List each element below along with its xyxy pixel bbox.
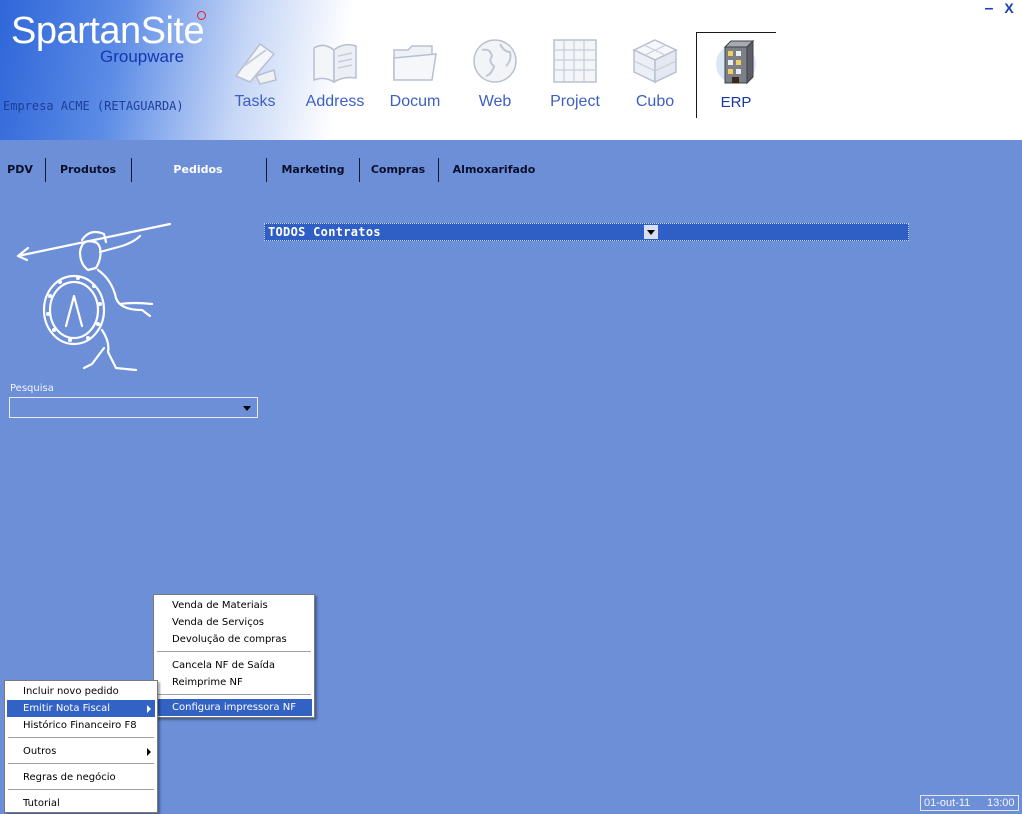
menu-item-historico-financeiro[interactable]: Histórico Financeiro F8 xyxy=(7,717,155,734)
search-label: Pesquisa xyxy=(10,383,54,394)
cube-icon xyxy=(632,39,678,84)
status-time: 13:00 xyxy=(987,797,1015,809)
menu-separator xyxy=(157,651,311,652)
menu-separator xyxy=(157,694,311,695)
status-datetime: 01-out-11 13:00 xyxy=(920,795,1019,811)
tab-separator xyxy=(359,158,360,182)
documents-icon xyxy=(393,45,437,81)
app-label: Address xyxy=(305,93,365,110)
app-address[interactable]: Address xyxy=(296,32,374,118)
building-icon xyxy=(716,39,756,85)
tab-pedidos[interactable]: Pedidos xyxy=(138,156,258,184)
app-label: Tasks xyxy=(234,93,276,110)
menu-item-devolucao-compras[interactable]: Devolução de compras xyxy=(156,631,312,648)
submenu-arrow-icon xyxy=(147,705,151,713)
registered-mark-icon xyxy=(197,11,206,20)
pedidos-context-menu: Incluir novo pedido Emitir Nota Fiscal H… xyxy=(4,680,158,813)
submenu-arrow-icon xyxy=(147,748,151,756)
app-erp[interactable]: ERP xyxy=(696,32,776,118)
app-label: Web xyxy=(478,93,512,110)
app-cubo[interactable]: Cubo xyxy=(616,32,694,118)
menu-separator xyxy=(8,763,154,764)
menu-item-venda-servicos[interactable]: Venda de Serviços xyxy=(156,614,312,631)
tab-produtos[interactable]: Produtos xyxy=(52,156,124,184)
tab-almoxarifado[interactable]: Almoxarifado xyxy=(446,156,542,184)
menu-item-emitir-nota-fiscal[interactable]: Emitir Nota Fiscal xyxy=(7,700,155,717)
tasks-icon xyxy=(234,42,277,85)
company-name: Empresa ACME (RETAGUARDA) xyxy=(3,99,184,113)
globe-icon xyxy=(473,39,517,83)
nota-fiscal-submenu: Venda de Materiais Venda de Serviços Dev… xyxy=(153,594,315,718)
menu-separator xyxy=(8,789,154,790)
spartan-warrior-logo xyxy=(16,222,172,372)
app-web[interactable]: Web xyxy=(456,32,534,118)
menu-item-cancela-nf[interactable]: Cancela NF de Saída xyxy=(156,657,312,674)
app-documents[interactable]: Docum xyxy=(376,32,454,118)
tab-separator xyxy=(131,158,132,182)
menu-item-incluir-pedido[interactable]: Incluir novo pedido xyxy=(7,683,155,700)
tab-separator xyxy=(45,158,46,182)
status-date: 01-out-11 xyxy=(924,797,971,809)
app-label: Cubo xyxy=(635,93,675,110)
brand-subtitle: Groupware xyxy=(100,47,185,66)
tab-marketing[interactable]: Marketing xyxy=(274,156,352,184)
contracts-dropdown[interactable]: TODOS Contratos xyxy=(264,223,909,241)
chevron-down-icon[interactable] xyxy=(243,406,251,411)
tab-pdv[interactable]: PDV xyxy=(4,156,36,184)
tab-separator xyxy=(266,158,267,182)
menu-item-label: Outros xyxy=(23,746,57,757)
app-project[interactable]: Project xyxy=(536,32,614,118)
menu-item-tutorial[interactable]: Tutorial xyxy=(7,795,155,812)
project-icon xyxy=(553,39,597,83)
menu-item-reimprime-nf[interactable]: Reimprime NF xyxy=(156,674,312,691)
minimize-button[interactable]: – xyxy=(982,0,996,17)
menu-separator xyxy=(8,737,154,738)
app-label: Project xyxy=(550,93,600,110)
menu-item-venda-materiais[interactable]: Venda de Materiais xyxy=(156,597,312,614)
menu-item-label: Emitir Nota Fiscal xyxy=(23,703,111,714)
chevron-down-icon[interactable] xyxy=(644,225,658,239)
address-book-icon xyxy=(313,43,357,84)
header-banner: SpartanSite Groupware Empresa ACME (RETA… xyxy=(0,0,1022,140)
module-nav: PDV Produtos Pedidos Marketing Compras A… xyxy=(0,156,1022,184)
menu-item-configura-impressora[interactable]: Configura impressora NF xyxy=(156,699,312,716)
app-tasks[interactable]: Tasks xyxy=(216,32,294,118)
close-button[interactable]: X xyxy=(1002,0,1016,16)
menu-item-regras-negocio[interactable]: Regras de negócio xyxy=(7,769,155,786)
menu-item-outros[interactable]: Outros xyxy=(7,743,155,760)
tab-separator xyxy=(438,158,439,182)
app-label: ERP xyxy=(720,94,752,111)
tab-compras[interactable]: Compras xyxy=(366,156,430,184)
contracts-selected: TODOS Contratos xyxy=(268,225,381,239)
search-combobox[interactable] xyxy=(9,397,258,418)
app-label: Docum xyxy=(389,93,441,110)
